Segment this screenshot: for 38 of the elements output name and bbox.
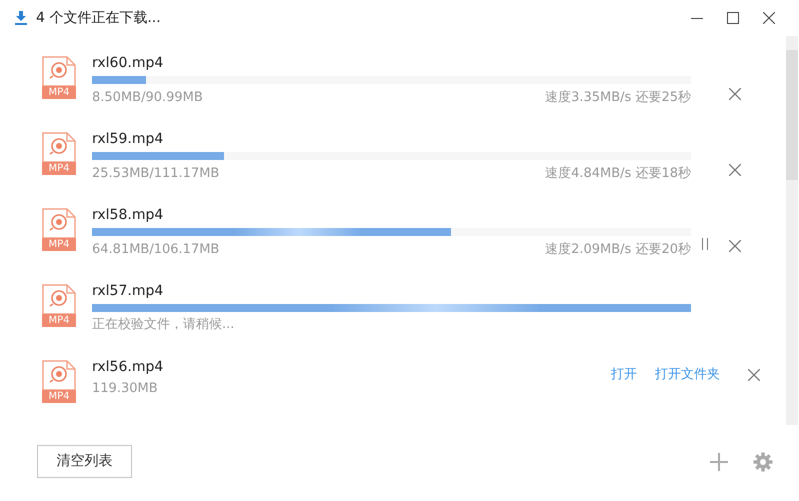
window-title: 4 个文件正在下载... xyxy=(36,8,161,28)
file-type-label: MP4 xyxy=(42,162,76,175)
file-size: 8.50MB/90.99MB xyxy=(92,88,203,107)
add-icon[interactable] xyxy=(709,452,729,472)
remove-button[interactable] xyxy=(727,86,743,102)
status-text: 正在校验文件，请稍候... xyxy=(92,316,236,334)
video-file-icon xyxy=(42,360,76,390)
remove-button[interactable] xyxy=(727,162,743,178)
video-file-icon xyxy=(42,284,76,314)
file-name: rxl56.mp4 xyxy=(92,358,164,376)
file-name: rxl60.mp4 xyxy=(92,54,164,72)
file-size: 119.30MB xyxy=(92,380,159,398)
speed-text: 速度2.09MB/s 还要20秒 xyxy=(545,241,691,259)
file-size: 25.53MB/111.17MB xyxy=(92,164,220,183)
file-type-label: MP4 xyxy=(42,238,76,251)
download-icon xyxy=(14,11,28,25)
close-icon[interactable] xyxy=(763,12,775,24)
video-file-icon xyxy=(42,56,76,86)
maximize-icon[interactable] xyxy=(727,12,739,24)
speed-text: 速度3.35MB/s 还要25秒 xyxy=(545,89,691,107)
scrollbar[interactable] xyxy=(786,36,798,425)
video-file-icon xyxy=(42,208,76,238)
speed-text: 速度4.84MB/s 还要18秒 xyxy=(545,165,691,183)
remove-button[interactable] xyxy=(746,367,762,383)
clear-list-button[interactable]: 清空列表 xyxy=(37,445,132,478)
open-link[interactable]: 打开 xyxy=(611,365,637,385)
file-size: 64.81MB/106.17MB xyxy=(92,240,220,259)
file-type-label: MP4 xyxy=(42,390,76,403)
video-file-icon xyxy=(42,132,76,162)
open-folder-link[interactable]: 打开文件夹 xyxy=(655,365,720,385)
file-name: rxl59.mp4 xyxy=(92,130,164,148)
file-type-label: MP4 xyxy=(42,314,76,327)
scrollbar-thumb[interactable] xyxy=(786,50,798,180)
remove-button[interactable] xyxy=(727,238,743,254)
file-type-label: MP4 xyxy=(42,86,76,99)
file-name: rxl57.mp4 xyxy=(92,282,164,300)
settings-icon[interactable] xyxy=(753,452,773,472)
file-name: rxl58.mp4 xyxy=(92,206,164,224)
